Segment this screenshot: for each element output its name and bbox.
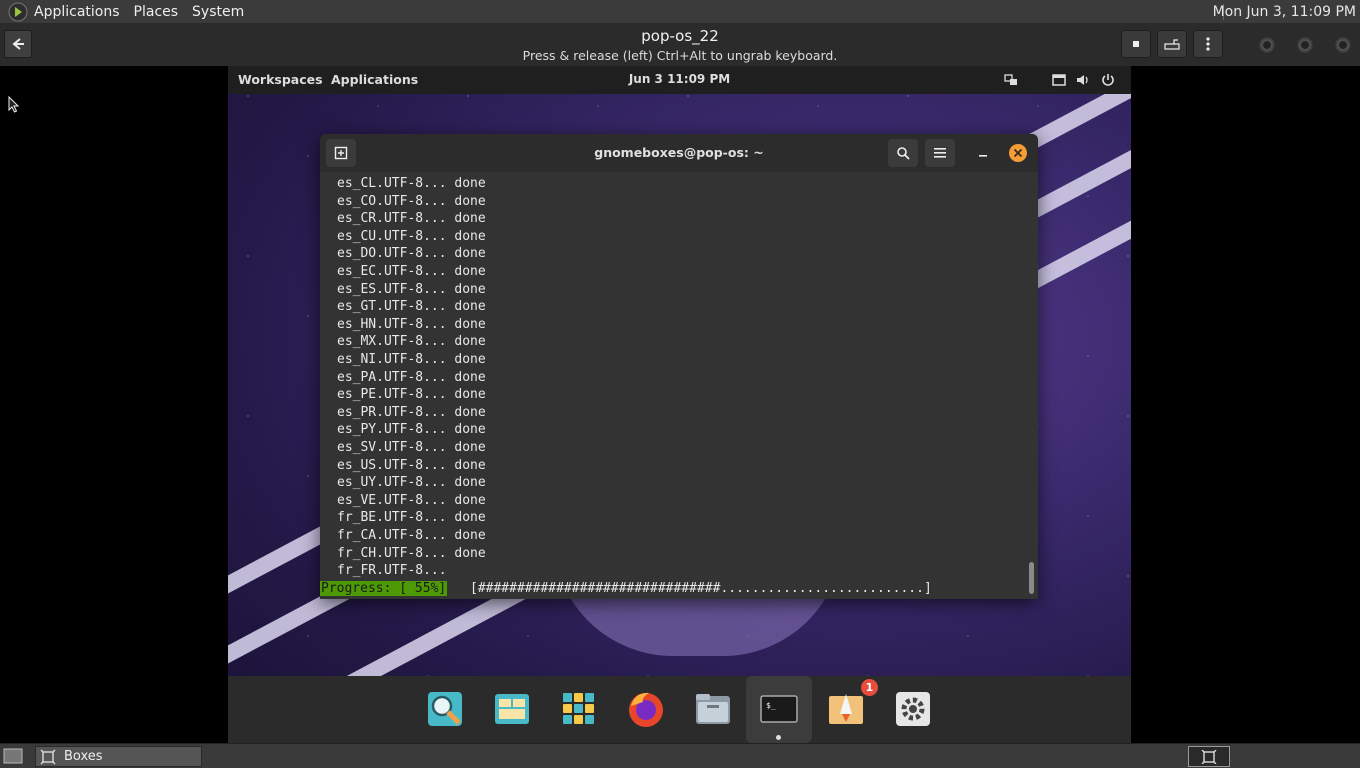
power-icon[interactable]: [1100, 72, 1116, 88]
workspace-icon: [1201, 749, 1217, 764]
vm-top-panel: Workspaces Applications Jun 3 11:09 PM: [228, 66, 1131, 94]
terminal-line: es_VE.UTF-8... done: [337, 492, 486, 508]
files-icon[interactable]: [692, 688, 734, 730]
taskbar-item-label: Boxes: [64, 749, 103, 764]
window-maximize-icon[interactable]: [1296, 36, 1314, 54]
workspace-switcher[interactable]: [1188, 746, 1230, 767]
window-close-icon[interactable]: [1334, 36, 1352, 54]
close-icon: [1009, 144, 1027, 162]
boxes-icon: [40, 749, 56, 764]
host-top-panel: Applications Places System Mon Jun 3, 11…: [0, 0, 1360, 24]
host-menu-applications[interactable]: Applications: [34, 4, 120, 20]
stop-icon: [1133, 41, 1139, 47]
terminal-line: es_ES.UTF-8... done: [337, 281, 486, 297]
pop-shop-icon[interactable]: [825, 688, 867, 730]
terminal-line: es_CL.UTF-8... done: [337, 176, 486, 191]
boxes-header-bar: pop-os_22 Press & release (left) Ctrl+Al…: [0, 24, 1360, 66]
pop-shop-search-icon[interactable]: [424, 688, 466, 730]
keyboard-icon: [1164, 39, 1180, 50]
terminal-scrollbar[interactable]: [1029, 562, 1034, 594]
settings-icon[interactable]: [892, 688, 934, 730]
gnome-foot-icon[interactable]: [8, 2, 28, 22]
keys-button[interactable]: [1157, 30, 1187, 58]
terminal-line: fr_CA.UTF-8... done: [337, 528, 486, 543]
host-menu-places[interactable]: Places: [134, 4, 179, 20]
terminal-app-icon[interactable]: $_: [758, 688, 800, 730]
progress-label: Progress: [ 55%]: [320, 581, 448, 596]
workspaces-app-icon[interactable]: [491, 688, 533, 730]
running-indicator: [776, 735, 781, 740]
taskbar-item-boxes[interactable]: Boxes: [35, 746, 202, 767]
terminal-line: es_CU.UTF-8... done: [337, 228, 486, 244]
terminal-line: es_PR.UTF-8... done: [337, 404, 486, 420]
terminal-line: es_UY.UTF-8... done: [337, 475, 486, 491]
notification-badge: 1: [861, 679, 878, 696]
search-icon: [897, 147, 910, 160]
menu-button[interactable]: [1193, 30, 1223, 58]
hamburger-icon: [934, 148, 946, 158]
window-minimize-icon[interactable]: [1258, 36, 1276, 54]
terminal-line: es_GT.UTF-8... done: [337, 299, 486, 315]
terminal-line: es_PY.UTF-8... done: [337, 422, 486, 438]
kebab-menu-icon: [1206, 37, 1210, 51]
minimize-icon: [979, 155, 987, 157]
host-menu-system[interactable]: System: [192, 4, 244, 20]
app-grid-icon[interactable]: [558, 688, 600, 730]
host-clock[interactable]: Mon Jun 3, 11:09 PM: [1213, 0, 1356, 24]
terminal-line: es_PE.UTF-8... done: [337, 387, 486, 403]
stop-button[interactable]: [1121, 30, 1151, 58]
progress-bar: [###############################........…: [470, 581, 932, 596]
terminal-line: es_DO.UTF-8... done: [337, 246, 486, 262]
search-button[interactable]: [888, 139, 918, 167]
terminal-line: es_CR.UTF-8... done: [337, 211, 486, 227]
svg-text:$_: $_: [766, 701, 776, 710]
show-desktop-icon[interactable]: [3, 748, 23, 764]
terminal-line: fr_FR.UTF-8...: [337, 563, 447, 579]
terminal-line: es_SV.UTF-8... done: [337, 440, 486, 455]
dock: $_ 1: [228, 676, 1131, 743]
terminal-line: es_NI.UTF-8... done: [337, 352, 486, 367]
window-icon[interactable]: [1051, 72, 1067, 88]
terminal-line: es_US.UTF-8... done: [337, 457, 486, 473]
terminal-line: fr_CH.UTF-8... done: [337, 545, 486, 561]
minimize-button[interactable]: [968, 139, 998, 167]
terminal-line: es_HN.UTF-8... done: [337, 316, 486, 332]
terminal-header[interactable]: gnomeboxes@pop-os: ~: [320, 134, 1038, 172]
vm-clock[interactable]: Jun 3 11:09 PM: [228, 72, 1131, 86]
terminal-output[interactable]: fr_FR.UTF-8... fr_CH.UTF-8... done fr_CA.U…: [320, 172, 1038, 599]
terminal-line: es_EC.UTF-8... done: [337, 264, 486, 279]
firefox-icon[interactable]: [625, 688, 667, 730]
vm-title: pop-os_22: [641, 27, 719, 45]
mouse-cursor-icon: [8, 96, 20, 113]
close-button[interactable]: [1003, 139, 1033, 167]
network-icon[interactable]: [1003, 72, 1019, 88]
terminal-line: es_PA.UTF-8... done: [337, 369, 486, 385]
host-taskbar: Boxes: [0, 743, 1360, 768]
terminal-window[interactable]: gnomeboxes@pop-os: ~ fr_FR.UTF-8... fr_C…: [320, 134, 1038, 599]
terminal-line: fr_BE.UTF-8... done: [337, 510, 486, 526]
terminal-line: es_CO.UTF-8... done: [337, 193, 486, 209]
terminal-line: es_MX.UTF-8... done: [337, 334, 486, 350]
volume-icon[interactable]: [1075, 72, 1091, 88]
ungrab-hint: Press & release (left) Ctrl+Alt to ungra…: [522, 48, 838, 63]
hamburger-menu-button[interactable]: [925, 139, 955, 167]
vm-display[interactable]: Workspaces Applications Jun 3 11:09 PM g…: [228, 66, 1131, 743]
